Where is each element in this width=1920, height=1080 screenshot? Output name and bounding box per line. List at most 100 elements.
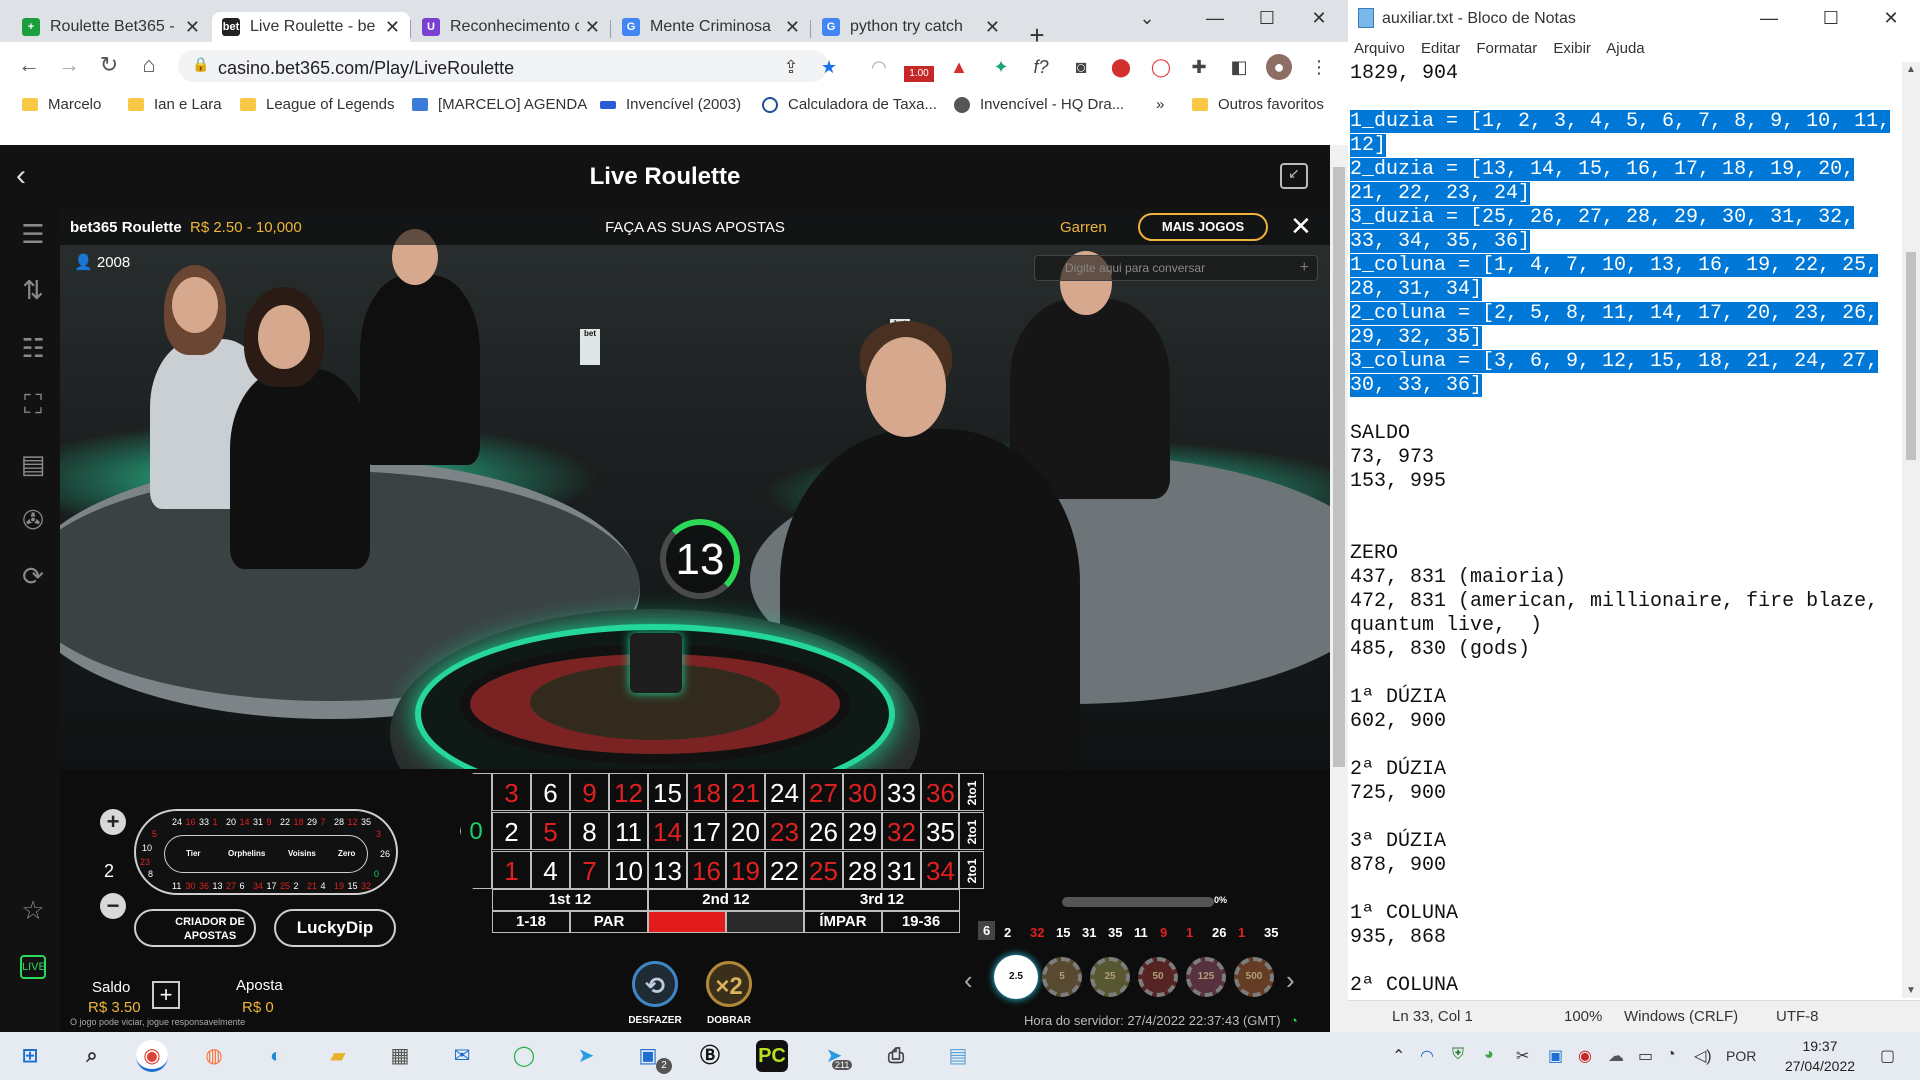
race-number[interactable]: 17	[267, 881, 277, 891]
number-cell[interactable]: 28	[843, 851, 882, 889]
column-bet-middle[interactable]: 2to1	[958, 812, 984, 850]
number-cell[interactable]: 29	[843, 812, 882, 850]
deposit-plus-icon[interactable]: +	[152, 981, 180, 1009]
extension-arc-icon[interactable]: ◠	[866, 54, 892, 80]
lock-icon[interactable]: 🔒	[192, 56, 209, 73]
race-number[interactable]: 22	[280, 817, 290, 827]
scroll-down-icon[interactable]: ▼	[1906, 985, 1916, 996]
race-voisins[interactable]: Voisins	[288, 849, 316, 858]
minimize-icon[interactable]: —	[1200, 8, 1230, 29]
number-cell[interactable]: 21	[726, 773, 765, 811]
camera-icon[interactable]: ◙	[1068, 54, 1094, 80]
race-number[interactable]: 34	[253, 881, 263, 891]
race-number[interactable]: 11	[172, 881, 181, 891]
chip-500[interactable]: 500	[1234, 957, 1274, 997]
bookmark-marcelo[interactable]: Marcelo	[22, 96, 101, 113]
bookmark-league[interactable]: League of Legends	[240, 96, 394, 113]
race-number[interactable]: 21	[307, 881, 317, 891]
number-cell[interactable]: 8	[570, 812, 609, 850]
chips-prev-icon[interactable]: ‹	[964, 965, 973, 996]
race-number[interactable]: 32	[361, 881, 371, 891]
neighbours-decrease-button[interactable]: −	[100, 893, 126, 919]
number-cell[interactable]: 20	[726, 812, 765, 850]
history-icon[interactable]: ▤	[18, 449, 48, 480]
bitcoin-icon[interactable]: Ⓑ	[694, 1040, 726, 1072]
number-cell[interactable]: 13	[648, 851, 687, 889]
race-number[interactable]: 4	[321, 881, 326, 891]
search-icon[interactable]: ⌕	[76, 1040, 108, 1072]
pycharm-icon[interactable]: PC	[756, 1040, 788, 1072]
chips-next-icon[interactable]: ›	[1286, 965, 1295, 996]
clock[interactable]: 19:37 27/04/2022	[1772, 1036, 1868, 1076]
sort-icon[interactable]: ⇅	[18, 275, 48, 306]
number-cell[interactable]: 31	[882, 851, 921, 889]
race-number[interactable]: 9	[267, 817, 272, 827]
notifications-icon[interactable]: ▢	[1880, 1046, 1895, 1066]
menu-formatar[interactable]: Formatar	[1476, 40, 1537, 57]
security-shield-icon[interactable]: ⛨	[1452, 1046, 1464, 1064]
close-tab-icon[interactable]: ✕	[585, 17, 600, 38]
tray-app-icon[interactable]: ◠	[1420, 1046, 1434, 1066]
reload-icon[interactable]: ↻	[94, 52, 124, 78]
tab-1[interactable]: + Roulette Bet365 - ✕	[12, 12, 210, 42]
race-number[interactable]: 10	[142, 843, 152, 853]
tab-search-icon[interactable]: ⌄	[1132, 8, 1162, 29]
race-number[interactable]: 26	[380, 849, 390, 859]
race-number[interactable]: 31	[253, 817, 263, 827]
race-number[interactable]: 2	[294, 881, 299, 891]
mail-icon[interactable]: ✉	[446, 1040, 478, 1072]
scroll-up-icon[interactable]: ▲	[1906, 64, 1916, 75]
race-tier[interactable]: Tier	[186, 849, 201, 858]
tray-tool-icon[interactable]: ✂	[1516, 1046, 1529, 1066]
number-cell[interactable]: 10	[609, 851, 648, 889]
bookmark-star-icon[interactable]: ★	[816, 54, 842, 80]
dozen-3-bet[interactable]: 3rd 12	[804, 889, 960, 911]
race-number[interactable]: 35	[361, 817, 371, 827]
bet-creator-button[interactable]: CRIADOR DE APOSTAS	[134, 909, 256, 947]
number-cell[interactable]: 12	[609, 773, 648, 811]
number-cell[interactable]: 24	[765, 773, 804, 811]
race-number[interactable]: 30	[186, 881, 196, 891]
race-number[interactable]: 6	[240, 881, 245, 891]
number-cell[interactable]: 33	[882, 773, 921, 811]
formula-icon[interactable]: f?	[1028, 54, 1054, 80]
bookmarks-overflow[interactable]: »	[1156, 96, 1164, 113]
menu-ajuda[interactable]: Ajuda	[1606, 40, 1644, 57]
number-cell[interactable]: 18	[687, 773, 726, 811]
close-tab-icon[interactable]: ✕	[985, 17, 1000, 38]
sidepanel-icon[interactable]: ◧	[1226, 54, 1252, 80]
popout-icon[interactable]: ↙	[1280, 163, 1308, 189]
extension-leaf-icon[interactable]: ✦	[988, 54, 1014, 80]
neighbours-increase-button[interactable]: +	[100, 809, 126, 835]
chip-125[interactable]: 125	[1186, 957, 1226, 997]
number-cell[interactable]: 14	[648, 812, 687, 850]
bookmark-invencivel[interactable]: Invencível (2003)	[600, 96, 741, 113]
menu-editar[interactable]: Editar	[1421, 40, 1460, 57]
number-cell[interactable]: 32	[882, 812, 921, 850]
number-cell[interactable]: 4	[531, 851, 570, 889]
chip-5[interactable]: 5	[1042, 957, 1082, 997]
tab-2[interactable]: bet Live Roulette - be ✕	[212, 12, 410, 42]
bookmark-ian-lara[interactable]: Ian e Lara	[128, 96, 222, 113]
forward-icon[interactable]: →	[54, 52, 84, 78]
menu-arquivo[interactable]: Arquivo	[1354, 40, 1405, 57]
maximize-icon[interactable]: ☐	[1252, 8, 1282, 29]
race-number[interactable]: 0	[374, 869, 379, 879]
number-cell[interactable]: 26	[804, 812, 843, 850]
number-cell[interactable]: 30	[843, 773, 882, 811]
number-cell[interactable]: 11	[609, 812, 648, 850]
close-window-icon[interactable]: ✕	[1876, 8, 1906, 29]
odd-bet[interactable]: ÍMPAR	[804, 911, 882, 933]
volume-icon[interactable]: ◁)	[1694, 1046, 1712, 1066]
tray-monitor-icon[interactable]: ▣	[1548, 1046, 1563, 1066]
bookmark-others[interactable]: Outros favoritos	[1192, 96, 1324, 113]
column-bet-top[interactable]: 2to1	[958, 773, 984, 811]
close-tab-icon[interactable]: ✕	[785, 17, 800, 38]
battery-icon[interactable]: ▭	[1638, 1046, 1653, 1066]
number-cell[interactable]: 35	[921, 812, 960, 850]
undo-button[interactable]: ⟲	[632, 961, 678, 1007]
dozen-2-bet[interactable]: 2nd 12	[648, 889, 804, 911]
extension-red-icon[interactable]: ⬤	[1108, 54, 1134, 80]
race-number[interactable]: 24	[172, 817, 182, 827]
tab-5[interactable]: Gpython try catch ✕	[812, 12, 1010, 42]
